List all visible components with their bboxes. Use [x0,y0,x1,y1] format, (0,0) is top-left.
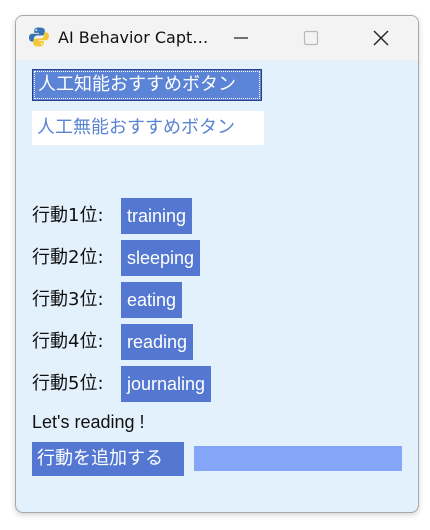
minimize-icon [234,37,248,39]
title-bar[interactable]: AI Behavior Capt… [16,16,418,60]
rank-4-label: 行動4位: [32,331,104,352]
rank-1-label: 行動1位: [32,205,104,226]
app-window: AI Behavior Capt… 人工知能おすすめボタン 人工無能おすすめボタ… [15,15,419,513]
rank-5-label: 行動5位: [32,373,104,394]
window-title: AI Behavior Capt… [58,28,209,47]
status-message: Let's reading ! [32,412,145,432]
maximize-icon [303,30,319,46]
rank-1-value: training [121,198,193,234]
rank-5-value: journaling [121,366,212,402]
python-icon [29,27,49,47]
minimize-button[interactable] [218,16,264,60]
maximize-button[interactable] [288,16,334,60]
rank-3-label: 行動3位: [32,289,104,310]
add-action-input[interactable] [194,446,402,471]
muno-recommend-button[interactable]: 人工無能おすすめボタン [32,111,264,145]
rank-3-value: eating [121,282,183,318]
client-area: 人工知能おすすめボタン 人工無能おすすめボタン 行動1位: training 行… [16,60,418,512]
rank-2-value: sleeping [121,240,201,276]
rank-2-label: 行動2位: [32,247,104,268]
ai-recommend-button[interactable]: 人工知能おすすめボタン [32,69,262,101]
add-action-button[interactable]: 行動を追加する [32,442,184,476]
rank-4-value: reading [121,324,194,360]
close-icon [373,30,389,46]
close-button[interactable] [358,16,404,60]
